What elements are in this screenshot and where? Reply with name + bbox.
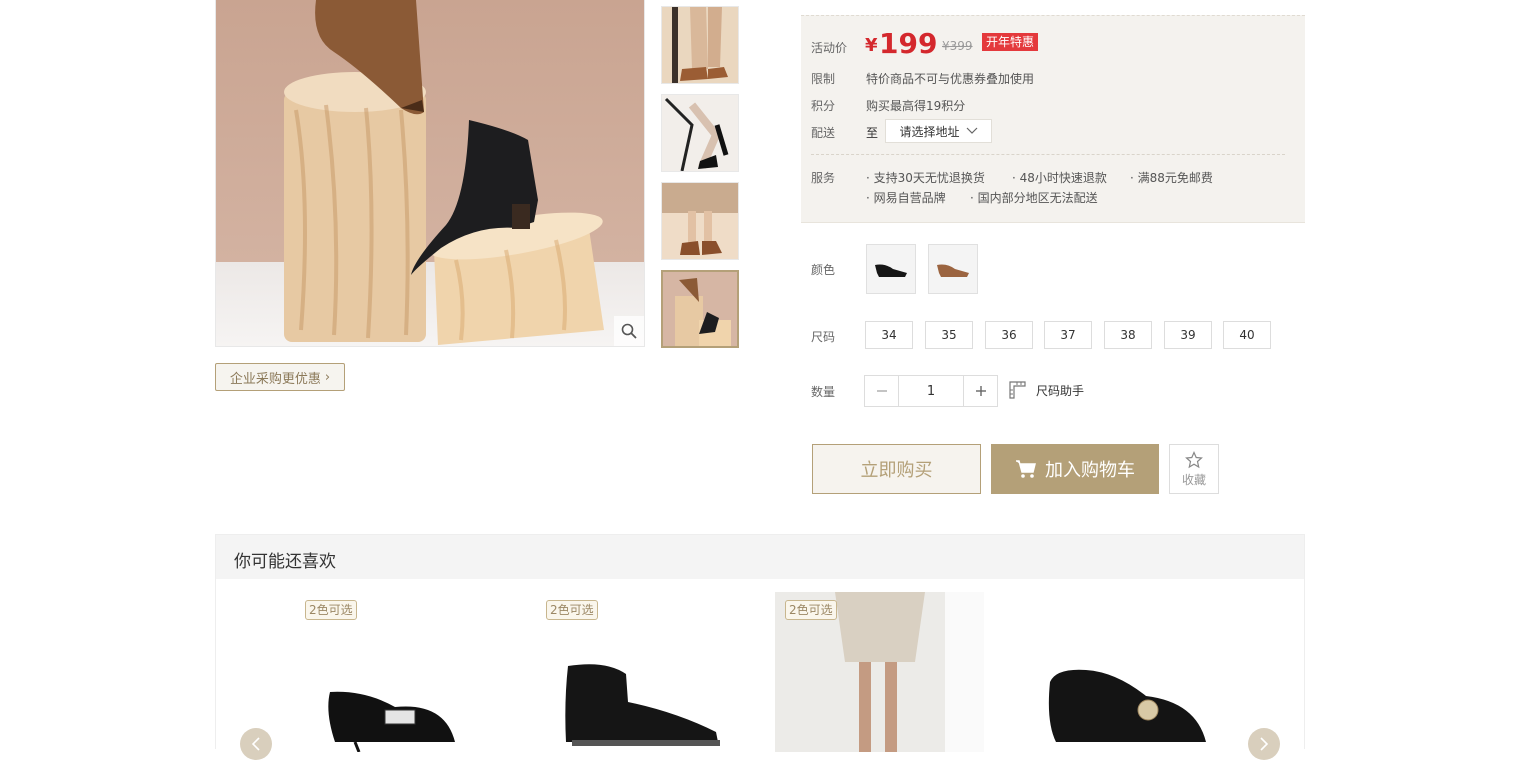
size-option[interactable]: 40 — [1223, 321, 1271, 349]
delivery-to: 至 — [866, 126, 879, 140]
size-option[interactable]: 37 — [1044, 321, 1092, 349]
points-value: 购买最高得19积分 — [866, 99, 966, 113]
color-count-badge: 2色可选 — [305, 600, 357, 620]
service-item: · 满88元免邮费 — [1130, 171, 1213, 185]
chevron-left-icon — [251, 737, 260, 751]
price-label: 活动价 — [811, 41, 848, 55]
cart-icon — [1016, 460, 1036, 478]
color-count-badge: 2色可选 — [546, 600, 598, 620]
limit-value: 特价商品不可与优惠券叠加使用 — [866, 72, 1035, 86]
size-option[interactable]: 35 — [925, 321, 973, 349]
service-item: · 国内部分地区无法配送 — [970, 191, 1098, 205]
size-option[interactable]: 39 — [1164, 321, 1212, 349]
search-icon — [621, 323, 637, 339]
quantity-label: 数量 — [811, 385, 836, 399]
current-price: 199 — [879, 27, 938, 60]
recommendation-item[interactable] — [1016, 592, 1225, 752]
recommendation-item[interactable]: 2色可选 — [275, 592, 484, 752]
recommendation-item[interactable]: 2色可选 — [775, 592, 984, 752]
carousel-prev-button[interactable] — [240, 728, 272, 760]
enterprise-purchase-link[interactable]: 企业采购更优惠 › — [215, 363, 345, 391]
size-option[interactable]: 38 — [1104, 321, 1152, 349]
zoom-button[interactable] — [614, 316, 644, 346]
add-to-cart-label: 加入购物车 — [1045, 460, 1135, 481]
service-label: 服务 — [811, 171, 836, 185]
size-option[interactable]: 34 — [865, 321, 913, 349]
recommendations-title: 你可能还喜欢 — [234, 552, 336, 572]
address-select-placeholder: 请选择地址 — [899, 124, 960, 139]
color-swatch-brown[interactable] — [928, 244, 978, 294]
recommendation-item[interactable]: 2色可选 — [516, 592, 725, 752]
recommendations-header: 你可能还喜欢 — [215, 534, 1305, 579]
size-helper-label: 尺码助手 — [1036, 383, 1085, 398]
quantity-decrease-button[interactable] — [865, 376, 898, 406]
add-to-cart-button[interactable]: 加入购物车 — [991, 444, 1159, 494]
color-count-badge: 2色可选 — [785, 600, 837, 620]
ruler-icon — [1009, 381, 1026, 399]
quantity-increase-button[interactable] — [964, 376, 997, 406]
service-item: · 48小时快速退款 — [1012, 171, 1107, 185]
limit-label: 限制 — [811, 72, 836, 86]
carousel-next-button[interactable] — [1248, 728, 1280, 760]
thumbnail-2[interactable] — [661, 94, 739, 172]
buy-now-button[interactable]: 立即购买 — [812, 444, 981, 494]
size-option[interactable]: 36 — [985, 321, 1033, 349]
quantity-stepper: 1 — [864, 375, 998, 407]
thumbnail-4[interactable] — [661, 270, 739, 348]
delivery-label: 配送 — [811, 126, 836, 140]
plus-icon — [975, 386, 986, 396]
service-item: · 支持30天无忧退换货 — [866, 171, 985, 185]
thumbnail-3[interactable] — [661, 182, 739, 260]
address-select[interactable]: 请选择地址 — [885, 119, 992, 143]
enterprise-link-label: 企业采购更优惠 — [229, 371, 321, 387]
thumbnail-1[interactable] — [661, 6, 739, 84]
favorite-label: 收藏 — [1181, 472, 1206, 487]
minus-icon — [876, 390, 887, 392]
promo-tag: 开年特惠 — [982, 33, 1039, 51]
original-price: ¥399 — [942, 39, 973, 53]
favorite-button[interactable]: 收藏 — [1169, 444, 1219, 494]
points-label: 积分 — [811, 99, 836, 113]
color-swatch-black[interactable] — [866, 244, 916, 294]
price-currency: ¥ — [865, 35, 878, 56]
size-helper-link[interactable]: 尺码助手 — [1008, 381, 1084, 399]
main-product-image[interactable] — [215, 0, 645, 347]
chevron-down-icon — [966, 127, 977, 134]
color-label: 颜色 — [811, 263, 836, 277]
service-item: · 网易自营品牌 — [866, 191, 946, 205]
chevron-right-icon — [1260, 737, 1269, 751]
star-icon — [1185, 450, 1203, 468]
quantity-input[interactable]: 1 — [898, 376, 964, 406]
size-label: 尺码 — [811, 330, 836, 344]
panel-divider — [811, 154, 1285, 155]
chevron-right-icon: › — [324, 369, 331, 385]
